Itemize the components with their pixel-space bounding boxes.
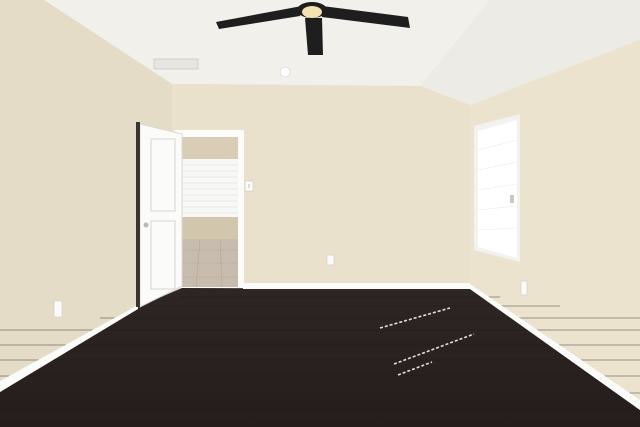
open-door[interactable] — [139, 123, 183, 308]
light-switch-icon — [244, 180, 254, 192]
window-latch — [510, 195, 514, 203]
back-baseboard — [243, 283, 470, 289]
hallway-wall-lower — [182, 217, 238, 239]
outlet-icon — [520, 280, 528, 296]
fan-light — [302, 6, 322, 18]
door-hinge-shadow — [136, 122, 140, 307]
smoke-detector-icon — [279, 66, 291, 78]
outlet-icon — [53, 300, 63, 318]
empty-room-scene — [0, 0, 640, 427]
outlet-icon — [326, 254, 335, 266]
door-knob[interactable] — [143, 222, 149, 228]
ceiling-vent-icon — [153, 58, 199, 70]
hallway-window — [182, 159, 238, 217]
